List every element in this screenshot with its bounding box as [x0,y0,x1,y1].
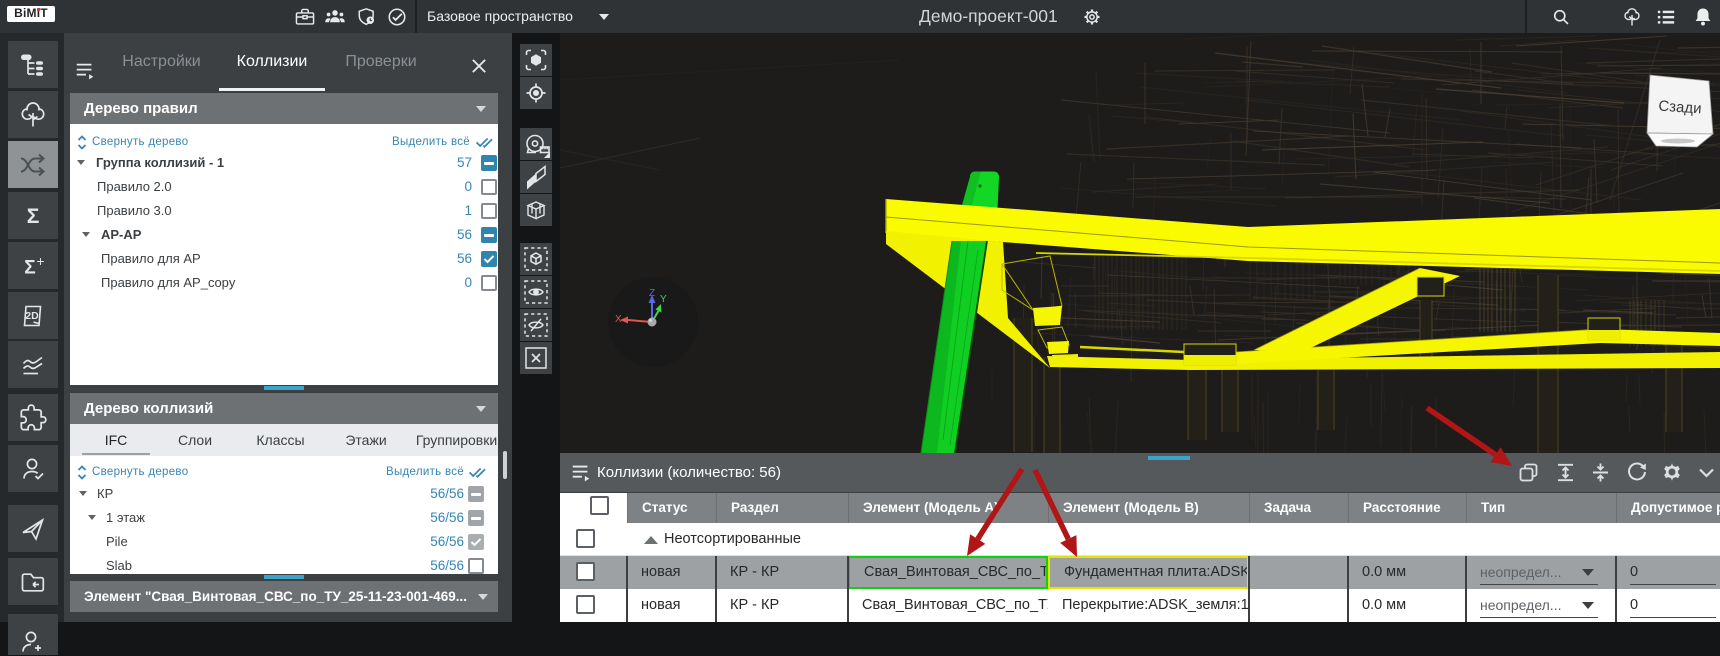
svg-text:2D: 2D [25,310,39,322]
svg-text:Y: Y [660,294,667,305]
svg-text:X: X [615,314,622,325]
svg-text:Сзади: Сзади [1658,98,1702,118]
svg-text:Σ: Σ [24,257,35,278]
svg-text:Z: Z [649,288,655,299]
svg-text:+: + [36,253,44,269]
svg-text:Σ: Σ [27,205,40,228]
